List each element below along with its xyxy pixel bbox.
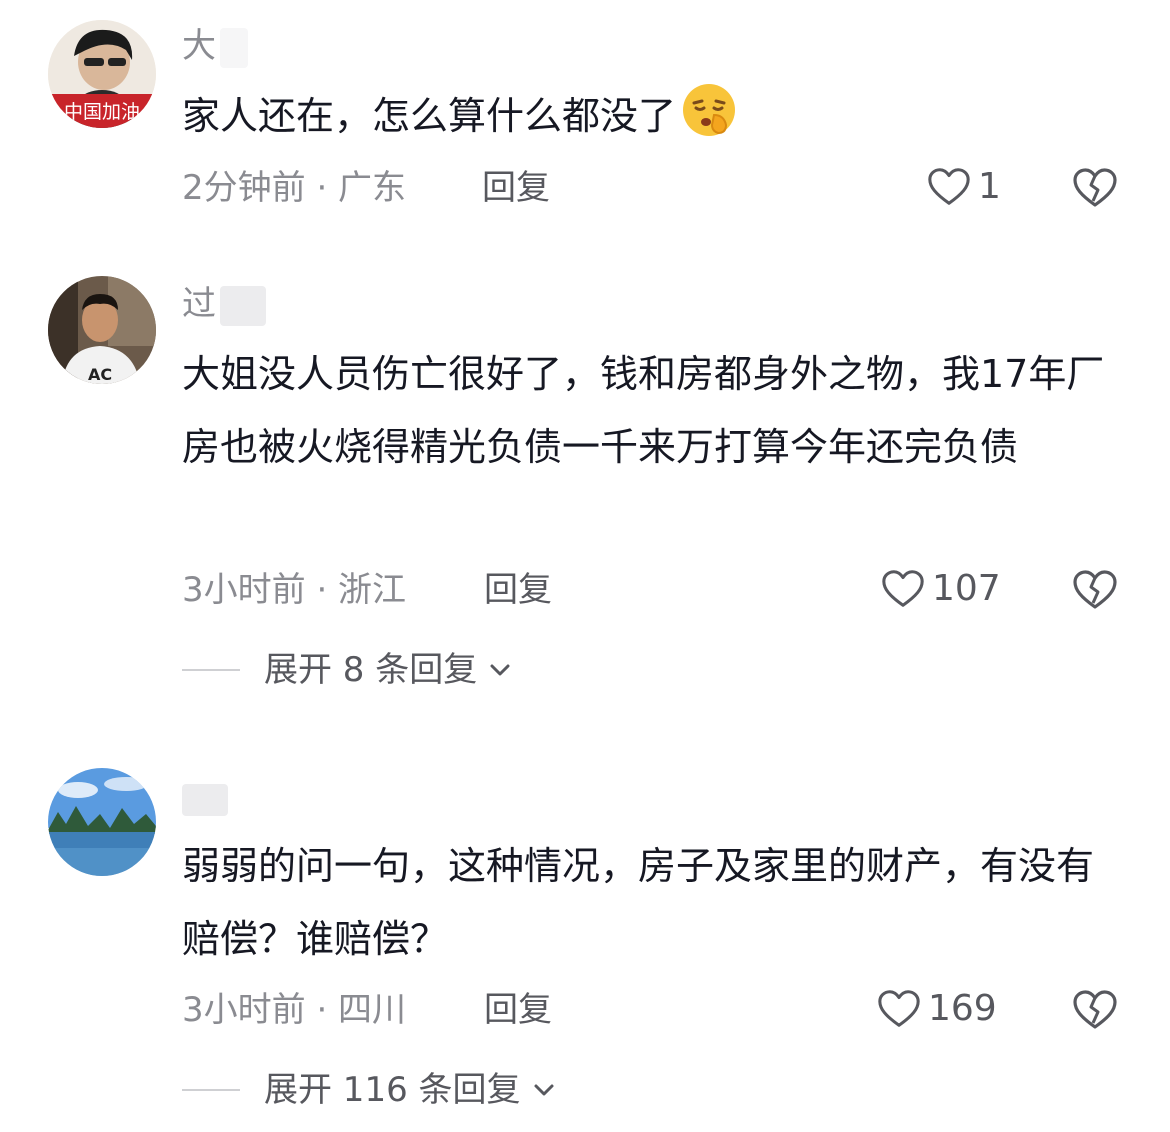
username-blur xyxy=(220,27,248,68)
like-count: 169 xyxy=(928,988,997,1029)
broken-heart-icon[interactable] xyxy=(1071,565,1119,613)
username-blur xyxy=(220,285,266,326)
comment-username[interactable]: 大 xyxy=(182,24,248,68)
like-count: 1 xyxy=(978,166,1001,207)
heart-icon xyxy=(882,570,924,607)
shushing-face-emoji xyxy=(683,84,736,136)
username-blur xyxy=(182,783,228,816)
avatar-image xyxy=(48,768,156,876)
username-text: 大 xyxy=(182,26,216,66)
reply-button[interactable]: 回复 xyxy=(482,166,550,210)
comment-text-content: 家人还在，怎么算什么都没了 xyxy=(182,94,677,138)
expand-replies-button[interactable]: 展开 116 条回复 xyxy=(182,1068,557,1112)
heart-icon xyxy=(928,168,970,205)
like-button[interactable]: 1 xyxy=(926,164,1001,210)
avatar[interactable]: 中国加油 xyxy=(48,20,156,128)
comment-text: 家人还在，怎么算什么都没了 xyxy=(182,80,1122,153)
comment-username[interactable] xyxy=(182,776,228,820)
comment-meta: 3小时前 · 四川 xyxy=(182,990,407,1030)
comment-text: 弱弱的问一句，这种情况，房子及家里的财产，有没有赔偿？谁赔偿？ xyxy=(182,844,1095,961)
reply-button[interactable]: 回复 xyxy=(484,988,552,1032)
comment-meta: 2分钟前 · 广东 xyxy=(182,168,407,208)
svg-text:AC: AC xyxy=(88,365,112,384)
divider-line xyxy=(182,1089,240,1091)
expand-replies-label: 展开 116 条回复 xyxy=(264,1070,521,1110)
username-text: 过 xyxy=(182,284,216,324)
reply-button[interactable]: 回复 xyxy=(484,568,552,612)
avatar-image: 中国加油 xyxy=(48,20,156,128)
chevron-down-icon xyxy=(534,1084,554,1096)
avatar[interactable] xyxy=(48,768,156,876)
comment-username[interactable]: 过 xyxy=(182,282,266,326)
expand-replies-button[interactable]: 展开 8 条回复 xyxy=(182,648,513,692)
expand-replies-label: 展开 8 条回复 xyxy=(264,650,478,690)
comment-text: 大姐没人员伤亡很好了，钱和房都身外之物，我17年厂房也被火烧得精光负债一千来万打… xyxy=(182,352,1105,469)
like-button[interactable]: 169 xyxy=(876,986,997,1032)
chevron-down-icon xyxy=(490,664,510,676)
comment-meta: 3小时前 · 浙江 xyxy=(182,570,407,610)
like-count: 107 xyxy=(932,568,1001,609)
like-button[interactable]: 107 xyxy=(880,566,1001,612)
avatar[interactable]: AC xyxy=(48,276,156,384)
broken-heart-icon[interactable] xyxy=(1071,985,1119,1033)
divider-line xyxy=(182,669,240,671)
broken-heart-icon[interactable] xyxy=(1071,163,1119,211)
avatar-caption: 中国加油 xyxy=(64,101,140,123)
heart-icon xyxy=(878,990,920,1027)
avatar-image: AC xyxy=(48,276,156,384)
